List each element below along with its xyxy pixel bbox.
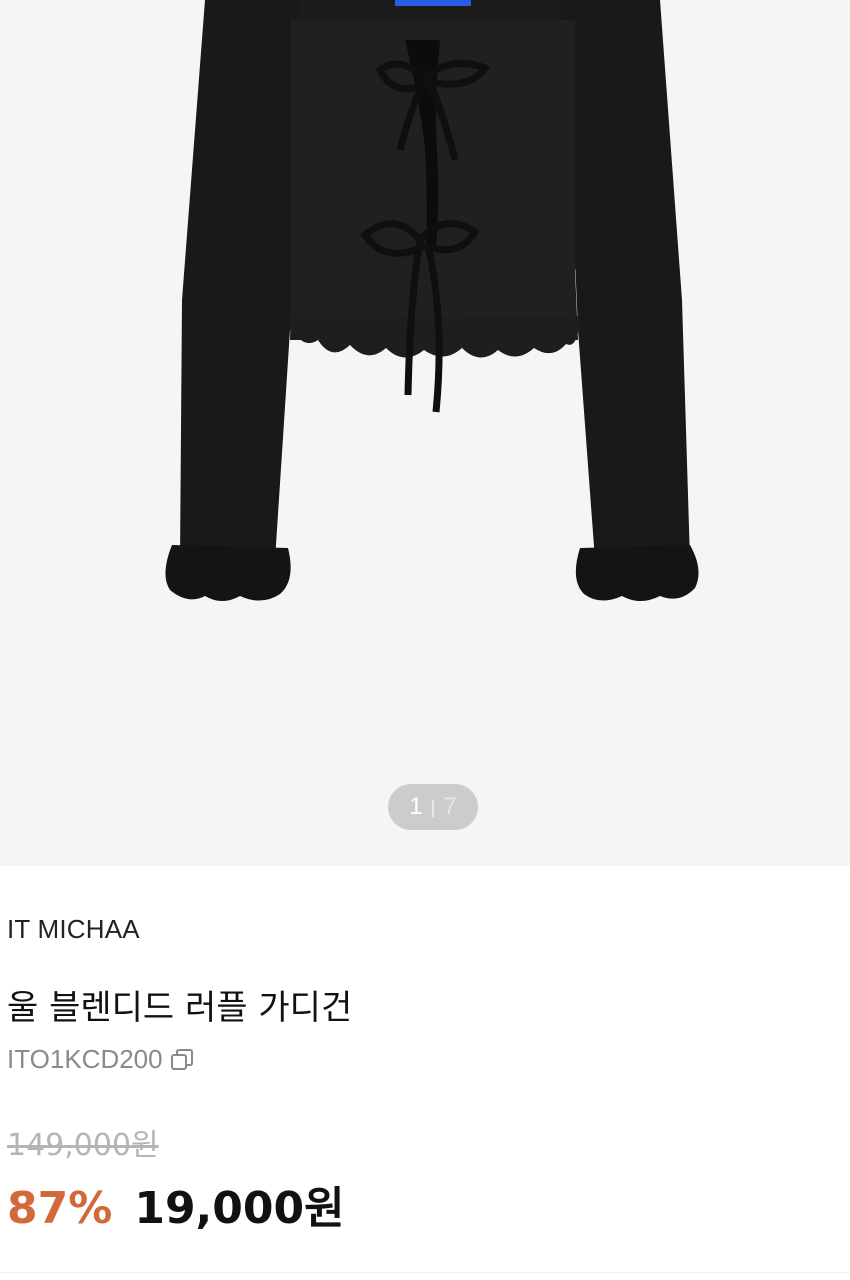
product-code: ITO1KCD200	[7, 1044, 163, 1074]
original-price: 149,000원	[7, 1128, 159, 1163]
counter-total: 7	[443, 793, 457, 820]
product-title: 울 블렌디드 러플 가디건	[7, 988, 353, 1028]
product-image-gallery[interactable]: 1 | 7	[0, 0, 850, 866]
counter-current: 1	[409, 793, 423, 820]
divider	[0, 1272, 850, 1273]
product-code-row: ITO1KCD200	[7, 1044, 195, 1075]
brand-name[interactable]: IT MICHAA	[7, 914, 140, 945]
copy-icon[interactable]	[169, 1047, 195, 1073]
discount-rate: 87%	[7, 1183, 113, 1234]
sale-price: 19,000원	[134, 1183, 345, 1234]
counter-separator: |	[430, 796, 436, 817]
cardigan-product-image	[165, 0, 699, 601]
price-row: 87% 19,000원	[7, 1172, 345, 1236]
image-page-counter: 1 | 7	[388, 784, 478, 830]
